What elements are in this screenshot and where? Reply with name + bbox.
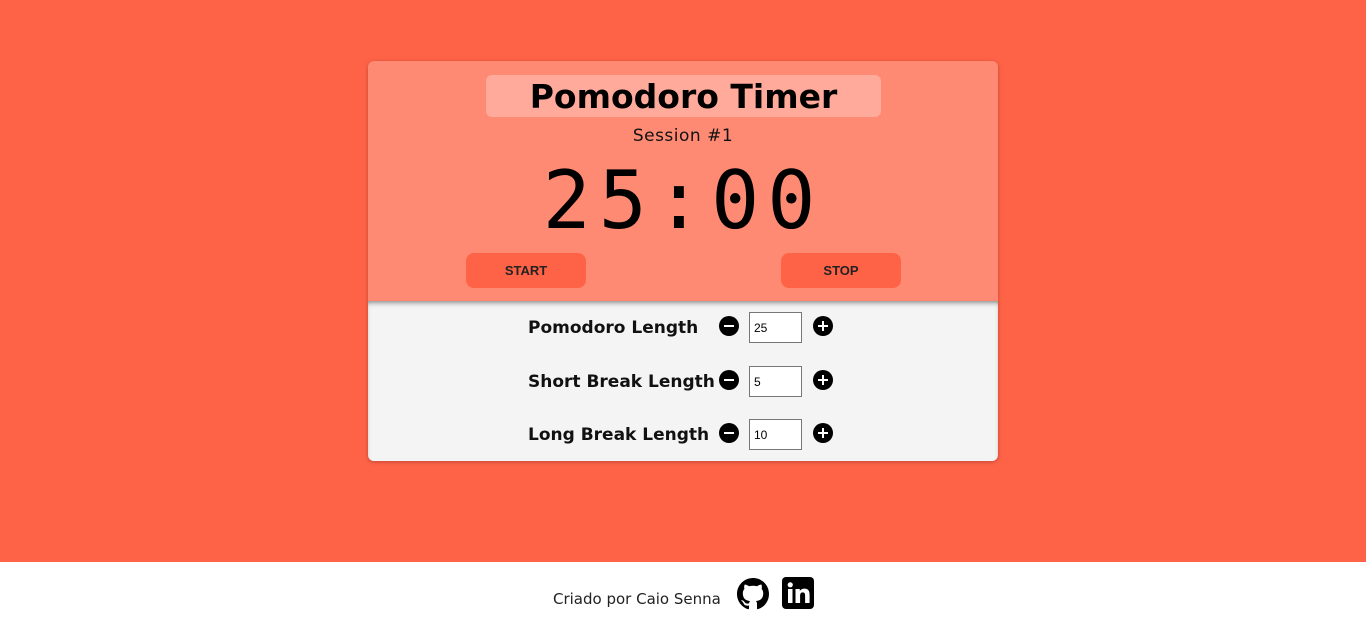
start-button[interactable]: START [466, 253, 586, 288]
page-background: Pomodoro Timer Session #1 25:00 START ST… [0, 0, 1366, 562]
pomodoro-length-label: Pomodoro Length [528, 318, 699, 338]
decrease-pomodoro-icon[interactable] [719, 316, 739, 336]
title-box: Pomodoro Timer [486, 75, 881, 117]
footer-credit: Criado por Caio Senna [553, 590, 721, 608]
increase-short-break-icon[interactable] [813, 370, 833, 390]
decrease-short-break-icon[interactable] [719, 370, 739, 390]
github-icon[interactable] [737, 578, 769, 610]
setting-row-short-break: Short Break Length [368, 366, 998, 398]
decrease-long-break-icon[interactable] [719, 423, 739, 443]
session-counter: Session #1 [632, 126, 734, 146]
setting-row-long-break: Long Break Length [368, 419, 998, 451]
pomodoro-length-input[interactable] [749, 312, 802, 343]
timer-panel: Pomodoro Timer Session #1 25:00 START ST… [368, 61, 998, 301]
pomodoro-card: Pomodoro Timer Session #1 25:00 START ST… [368, 61, 998, 461]
increase-pomodoro-icon[interactable] [813, 316, 833, 336]
footer: Criado por Caio Senna [0, 562, 1366, 620]
long-break-length-label: Long Break Length [528, 425, 710, 445]
timer-display: 25:00 [542, 154, 824, 247]
long-break-length-input[interactable] [749, 419, 802, 450]
settings-panel: Pomodoro Length Short Break Length Long … [368, 301, 998, 461]
stop-button[interactable]: STOP [781, 253, 901, 288]
linkedin-icon[interactable] [782, 577, 814, 609]
short-break-length-input[interactable] [749, 366, 802, 397]
setting-row-pomodoro: Pomodoro Length [368, 312, 998, 344]
increase-long-break-icon[interactable] [813, 423, 833, 443]
page-title: Pomodoro Timer [529, 76, 838, 116]
short-break-length-label: Short Break Length [528, 372, 715, 392]
